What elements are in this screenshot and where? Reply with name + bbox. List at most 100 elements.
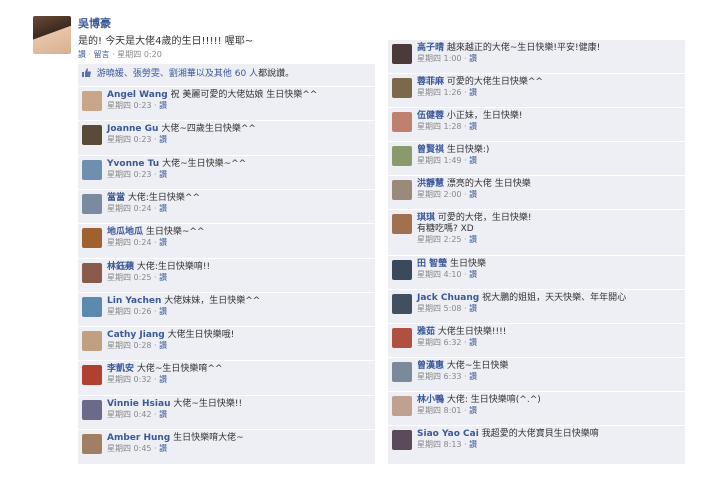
commenter-name[interactable]: Angel Wang	[107, 90, 168, 100]
commenter-avatar[interactable]	[392, 180, 412, 200]
comment-text: 生日快樂~^^	[145, 227, 205, 238]
commenter-avatar[interactable]	[392, 214, 412, 234]
comment-like-link[interactable]: 讚	[159, 238, 167, 247]
comment-text: 祝 美麗可愛的大佬姑娘 生日快樂^^	[170, 90, 318, 100]
commenter-name[interactable]: 林鈺蘋	[107, 262, 134, 272]
commenter-name[interactable]: Cathy Jiang	[107, 330, 165, 340]
comment-like-link[interactable]: 讚	[159, 444, 167, 453]
commenter-avatar[interactable]	[82, 91, 102, 111]
commenter-avatar[interactable]	[392, 328, 412, 348]
comment-like-link[interactable]: 讚	[159, 341, 167, 350]
commenter-name[interactable]: Jack Chuang	[417, 293, 479, 303]
likes-names[interactable]: 游曉媛、張勞雯、劉湘華以及其他	[97, 69, 232, 79]
commenter-name[interactable]: 李凱安	[107, 364, 134, 374]
comment-item: 地瓜地瓜 生日快樂~^^ 星期四 0:24 · 讚	[78, 223, 375, 258]
commenter-name[interactable]: 曾漢惠	[417, 361, 444, 371]
comment-text: 大佬:生日快樂^^	[127, 192, 201, 203]
comment-item: 琪琪 可愛的大佬，生日快樂! 有糖吃嗎? XD 星期四 2:25 · 讚	[388, 209, 685, 256]
comment-like-link[interactable]: 讚	[159, 410, 167, 419]
comment-time: 星期四 0:23	[107, 169, 152, 179]
comment-text: 生日快樂唷大佬~	[173, 433, 244, 443]
comment-like-link[interactable]: 讚	[469, 156, 477, 165]
comment-item: Vinnie Hsiau 大佬~生日快樂!! 星期四 0:42 · 讚	[78, 394, 375, 430]
commenter-name[interactable]: 田 智瑩	[417, 259, 447, 269]
commenter-avatar[interactable]	[82, 193, 102, 214]
commenter-name[interactable]: Amber Hung	[107, 433, 170, 443]
commenter-avatar[interactable]	[82, 434, 102, 454]
comment-like-link[interactable]: 讚	[469, 304, 477, 313]
post-author-avatar[interactable]	[33, 16, 71, 54]
comment-time: 星期四 5:08	[417, 304, 462, 313]
comment-like-link[interactable]: 讚	[469, 338, 477, 347]
comment-like-link[interactable]: 讚	[469, 88, 477, 97]
commenter-avatar[interactable]	[392, 112, 412, 132]
comment-item: 曾漢惠 大佬~生日快樂 星期四 6:33 · 讚	[388, 357, 685, 392]
commenter-name[interactable]: Lin Yachen	[107, 296, 161, 306]
comment-item: Joanne Gu 大佬~四歲生日快樂^^ 星期四 0:23 · 讚	[78, 120, 375, 155]
comment-like-link[interactable]: 讚	[469, 372, 477, 381]
post-text: 是的! 今天是大佬4歲的生日!!!!! 喔耶~	[78, 36, 254, 47]
comment-item: Yvonne Tu 大佬~生日快樂~^^ 星期四 0:23 · 讚	[78, 154, 375, 190]
commenter-avatar[interactable]	[82, 296, 102, 317]
comment-time: 星期四 8:01	[417, 406, 462, 415]
commenter-avatar[interactable]	[82, 331, 102, 352]
comment-like-link[interactable]: 讚	[469, 406, 477, 415]
commenter-name[interactable]: 曾賢祺	[417, 145, 444, 155]
post-meta: 讚 · 留言 · 星期四 0:20	[78, 50, 162, 59]
commenter-avatar[interactable]	[82, 262, 102, 283]
commenter-name[interactable]: Vinnie Hsiau	[107, 399, 170, 409]
commenter-name[interactable]: 伍健蓉	[417, 111, 444, 121]
comment-text: 小正妹，生日快樂!	[446, 111, 523, 121]
commenter-avatar[interactable]	[392, 146, 412, 166]
comment-item: Cathy Jiang 大佬生日快樂哦! 星期四 0:28 · 讚	[78, 326, 375, 361]
commenter-avatar[interactable]	[392, 294, 412, 314]
commenter-avatar[interactable]	[82, 125, 102, 146]
comments-panel-right: 高子晴 越來越正的大佬~生日快樂!平安!健康! 星期四 1:00 · 讚蓉菲麻 可…	[388, 39, 685, 464]
comment-time: 星期四 6:33	[417, 372, 462, 381]
likes-count[interactable]: 60 人	[235, 69, 258, 79]
comment-like-link[interactable]: 讚	[469, 270, 477, 279]
commenter-avatar[interactable]	[392, 362, 412, 382]
post-comment-link[interactable]: 留言	[94, 50, 110, 59]
comment-like-link[interactable]: 讚	[159, 101, 167, 110]
commenter-avatar[interactable]	[392, 260, 412, 280]
comment-like-link[interactable]: 讚	[469, 440, 477, 449]
commenter-avatar[interactable]	[82, 399, 102, 420]
comment-like-link[interactable]: 讚	[469, 122, 477, 131]
comment-time: 星期四 0:28	[107, 341, 152, 351]
comment-like-link[interactable]: 讚	[159, 273, 167, 282]
commenter-avatar[interactable]	[392, 430, 412, 450]
post-author-name[interactable]: 吳博豪	[78, 15, 111, 31]
commenter-name[interactable]: 洪靜慧	[417, 179, 444, 189]
commenter-name[interactable]: 當當	[107, 193, 125, 203]
comment-like-link[interactable]: 讚	[159, 204, 167, 213]
comment-like-link[interactable]: 讚	[159, 170, 167, 179]
comment-time: 星期四 0:25	[107, 272, 152, 282]
comment-time: 星期四 1:49	[417, 156, 462, 165]
commenter-avatar[interactable]	[82, 365, 102, 386]
comment-like-link[interactable]: 讚	[469, 235, 477, 244]
commenter-name[interactable]: Yvonne Tu	[107, 159, 159, 169]
post-like-link[interactable]: 讚	[78, 50, 86, 59]
commenter-name[interactable]: 雅茹	[417, 327, 435, 337]
commenter-name[interactable]: 高子晴	[417, 43, 444, 53]
comment-text: 漂亮的大佬 生日快樂	[446, 179, 531, 189]
commenter-avatar[interactable]	[82, 228, 102, 249]
commenter-name[interactable]: 蓉菲麻	[417, 77, 444, 87]
commenter-name[interactable]: 地瓜地瓜	[107, 227, 143, 237]
comment-text: 大佬:生日快樂唷!!	[136, 261, 211, 272]
commenter-avatar[interactable]	[392, 78, 412, 98]
commenter-avatar[interactable]	[82, 159, 102, 180]
comment-like-link[interactable]: 讚	[159, 135, 167, 144]
commenter-name[interactable]: 琪琪	[417, 213, 435, 223]
commenter-avatar[interactable]	[392, 396, 412, 416]
commenter-name[interactable]: Siao Yao Cai	[417, 429, 479, 439]
post-time: 星期四 0:20	[117, 50, 162, 59]
comment-like-link[interactable]: 讚	[469, 54, 477, 63]
commenter-avatar[interactable]	[392, 44, 412, 64]
comment-like-link[interactable]: 讚	[469, 190, 477, 199]
commenter-name[interactable]: Joanne Gu	[107, 124, 158, 134]
comment-like-link[interactable]: 讚	[159, 375, 167, 384]
comment-like-link[interactable]: 讚	[159, 307, 167, 316]
commenter-name[interactable]: 林小鴨	[417, 395, 444, 405]
